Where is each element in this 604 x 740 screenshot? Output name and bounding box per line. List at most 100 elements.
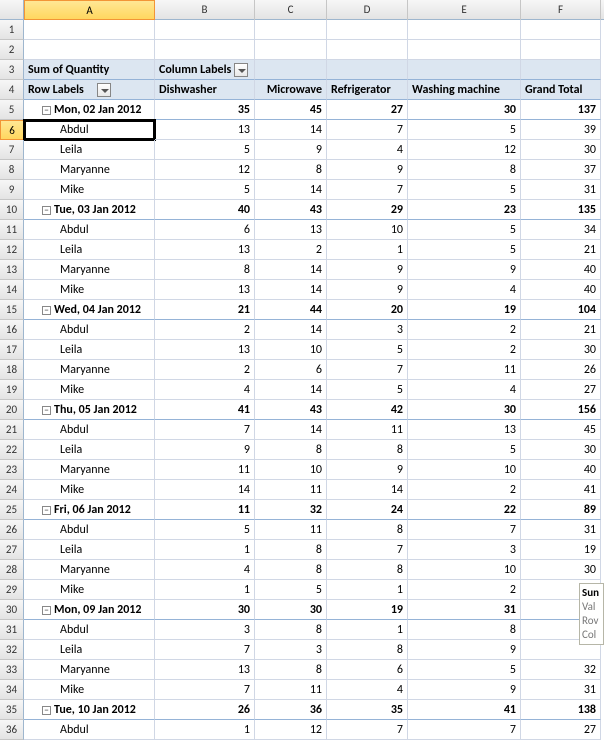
row-header[interactable]: 14 bbox=[0, 280, 24, 300]
row-header[interactable]: 30 bbox=[0, 600, 24, 620]
pivot-value-cell[interactable]: 11 bbox=[155, 460, 255, 480]
pivot-item-label[interactable]: Abdul bbox=[24, 220, 155, 240]
pivot-item-label[interactable]: Mike bbox=[24, 380, 155, 400]
pivot-value-cell[interactable]: 40 bbox=[521, 260, 601, 280]
col-header-F[interactable]: F bbox=[521, 0, 601, 20]
pivot-value-cell[interactable]: 13 bbox=[408, 420, 521, 440]
pivot-value-cell[interactable]: 41 bbox=[155, 400, 255, 420]
pivot-value-cell[interactable]: 10 bbox=[408, 560, 521, 580]
pivot-value-cell[interactable]: 45 bbox=[255, 100, 327, 120]
pivot-value-cell[interactable]: 37 bbox=[521, 160, 601, 180]
pivot-value-cell[interactable]: 43 bbox=[255, 200, 327, 220]
pivot-value-cell[interactable]: 5 bbox=[155, 180, 255, 200]
pivot-value-cell[interactable]: 14 bbox=[155, 480, 255, 500]
pivot-value-cell[interactable]: 26 bbox=[155, 700, 255, 720]
pivot-value-cell[interactable]: 7 bbox=[327, 540, 408, 560]
pivot-value-cell[interactable]: 35 bbox=[327, 700, 408, 720]
row-header[interactable]: 9 bbox=[0, 180, 24, 200]
pivot-value-cell[interactable]: 1 bbox=[155, 540, 255, 560]
row-header[interactable]: 28 bbox=[0, 560, 24, 580]
pivot-item-label[interactable]: Leila bbox=[24, 440, 155, 460]
pivot-value-cell[interactable]: 14 bbox=[255, 260, 327, 280]
pivot-value-cell[interactable]: 24 bbox=[327, 500, 408, 520]
pivot-value-cell[interactable]: 12 bbox=[255, 720, 327, 740]
pivot-item-label[interactable]: Maryanne bbox=[24, 160, 155, 180]
pivot-value-cell[interactable]: 8 bbox=[255, 160, 327, 180]
col-header-microwave[interactable]: Microwave bbox=[255, 80, 327, 100]
pivot-value-cell[interactable]: 5 bbox=[155, 140, 255, 160]
select-all-corner[interactable] bbox=[0, 0, 24, 20]
pivot-value-cell[interactable]: 2 bbox=[155, 320, 255, 340]
pivot-value-cell[interactable]: 6 bbox=[255, 360, 327, 380]
pivot-value-cell[interactable]: 11 bbox=[255, 680, 327, 700]
pivot-item-label[interactable]: Abdul bbox=[24, 120, 155, 140]
pivot-value-cell[interactable]: 20 bbox=[327, 300, 408, 320]
pivot-value-cell[interactable]: 7 bbox=[327, 180, 408, 200]
pivot-value-cell[interactable]: 13 bbox=[155, 120, 255, 140]
pivot-item-label[interactable]: Leila bbox=[24, 240, 155, 260]
pivot-value-cell[interactable]: 1 bbox=[327, 620, 408, 640]
pivot-value-cell[interactable]: 7 bbox=[155, 640, 255, 660]
pivot-value-cell[interactable]: 40 bbox=[521, 280, 601, 300]
pivot-value-cell[interactable]: 5 bbox=[408, 440, 521, 460]
pivot-value-cell[interactable]: 40 bbox=[155, 200, 255, 220]
pivot-value-cell[interactable]: 23 bbox=[408, 200, 521, 220]
pivot-item-label[interactable]: Abdul bbox=[24, 720, 155, 740]
pivot-item-label[interactable]: Maryanne bbox=[24, 660, 155, 680]
col-header-E[interactable]: E bbox=[408, 0, 521, 20]
pivot-value-cell[interactable]: 19 bbox=[408, 300, 521, 320]
pivot-item-label[interactable]: Mike bbox=[24, 580, 155, 600]
pivot-item-label[interactable]: Mike bbox=[24, 280, 155, 300]
row-header[interactable]: 4 bbox=[0, 80, 24, 100]
pivot-value-cell[interactable]: 14 bbox=[255, 180, 327, 200]
pivot-value-cell[interactable]: 35 bbox=[155, 100, 255, 120]
pivot-value-cell[interactable]: 31 bbox=[521, 680, 601, 700]
col-header-refrigerator[interactable]: Refrigerator bbox=[327, 80, 408, 100]
pivot-value-cell[interactable]: 2 bbox=[408, 580, 521, 600]
pivot-value-cell[interactable]: 3 bbox=[155, 620, 255, 640]
collapse-icon[interactable]: − bbox=[42, 706, 51, 715]
pivot-value-cell[interactable]: 13 bbox=[155, 340, 255, 360]
pivot-value-cell[interactable]: 31 bbox=[521, 180, 601, 200]
pivot-value-cell[interactable]: 9 bbox=[255, 140, 327, 160]
pivot-value-cell[interactable]: 31 bbox=[408, 600, 521, 620]
pivot-value-cell[interactable]: 21 bbox=[155, 300, 255, 320]
pivot-value-cell[interactable]: 30 bbox=[521, 440, 601, 460]
pivot-item-label[interactable]: Mike bbox=[24, 680, 155, 700]
pivot-item-label[interactable]: Leila bbox=[24, 340, 155, 360]
pivot-value-cell[interactable]: 30 bbox=[155, 600, 255, 620]
pivot-value-cell[interactable]: 43 bbox=[255, 400, 327, 420]
pivot-group-label[interactable]: −Wed, 04 Jan 2012 bbox=[24, 300, 155, 320]
pivot-column-labels[interactable]: Column Labels bbox=[155, 60, 255, 80]
pivot-value-cell[interactable]: 14 bbox=[255, 320, 327, 340]
row-header[interactable]: 3 bbox=[0, 60, 24, 80]
row-header[interactable]: 12 bbox=[0, 240, 24, 260]
pivot-value-cell[interactable]: 7 bbox=[327, 120, 408, 140]
row-header[interactable]: 31 bbox=[0, 620, 24, 640]
row-header[interactable]: 27 bbox=[0, 540, 24, 560]
row-header[interactable]: 35 bbox=[0, 700, 24, 720]
collapse-icon[interactable]: − bbox=[42, 206, 51, 215]
row-header[interactable]: 6 bbox=[0, 120, 24, 140]
pivot-value-cell[interactable]: 6 bbox=[327, 660, 408, 680]
pivot-group-label[interactable]: −Thu, 05 Jan 2012 bbox=[24, 400, 155, 420]
pivot-value-cell[interactable]: 21 bbox=[521, 320, 601, 340]
pivot-value-cell[interactable]: 2 bbox=[155, 360, 255, 380]
pivot-value-cell[interactable]: 29 bbox=[327, 200, 408, 220]
row-header[interactable]: 11 bbox=[0, 220, 24, 240]
pivot-group-label[interactable]: −Tue, 10 Jan 2012 bbox=[24, 700, 155, 720]
pivot-value-cell[interactable]: 10 bbox=[255, 340, 327, 360]
pivot-value-cell[interactable]: 4 bbox=[408, 380, 521, 400]
pivot-value-cell[interactable]: 8 bbox=[155, 260, 255, 280]
pivot-item-label[interactable]: Abdul bbox=[24, 520, 155, 540]
pivot-value-cell[interactable]: 11 bbox=[327, 420, 408, 440]
row-header[interactable]: 8 bbox=[0, 160, 24, 180]
row-header[interactable]: 20 bbox=[0, 400, 24, 420]
pivot-value-cell[interactable]: 13 bbox=[255, 220, 327, 240]
row-header[interactable]: 24 bbox=[0, 480, 24, 500]
pivot-item-label[interactable]: Maryanne bbox=[24, 560, 155, 580]
pivot-item-label[interactable]: Leila bbox=[24, 140, 155, 160]
pivot-row-labels[interactable]: Row Labels bbox=[24, 80, 155, 100]
pivot-value-cell[interactable]: 2 bbox=[408, 480, 521, 500]
pivot-value-cell[interactable]: 135 bbox=[521, 200, 601, 220]
